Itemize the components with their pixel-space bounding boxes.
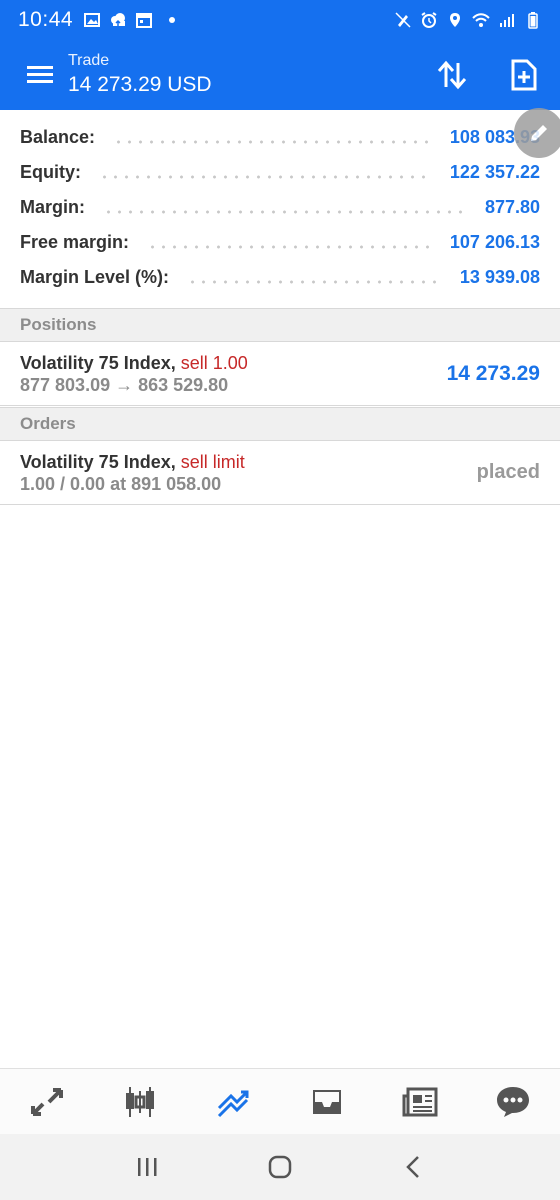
summary-value: 877.80 (484, 197, 540, 217)
position-profit: 14 273.29 (446, 361, 540, 385)
toolbar-balance: 14 273.29 USD (68, 73, 212, 96)
chat-icon[interactable] (485, 1074, 541, 1130)
wifi-icon (472, 13, 490, 27)
order-symbol: Volatility 75 Index, (20, 451, 176, 472)
summary-row-free-margin: Free margin: 107 206.13 (0, 225, 560, 260)
calendar-icon (136, 13, 153, 28)
summary-row-balance: Balance: 108 083.93 (0, 120, 560, 155)
app-header: 10:44 Trade 14 273.29 USD (0, 0, 560, 110)
quotes-arrows-icon[interactable] (19, 1074, 75, 1130)
summary-row-equity: Equity: 122 357.22 (0, 155, 560, 190)
edit-pencil-icon[interactable] (514, 108, 560, 158)
dotted-leader (113, 139, 432, 144)
account-summary: Balance: 108 083.93 Equity: 122 357.22 M… (0, 120, 560, 295)
toolbar-title: Trade 14 273.29 USD (68, 51, 212, 99)
alarm-icon (421, 12, 437, 28)
status-time: 10:44 (18, 8, 74, 31)
position-prices: 877 803.09 → 863 529.80 (20, 374, 229, 395)
summary-row-margin: Margin: 877.80 (0, 190, 560, 225)
no-pen-icon (395, 12, 411, 28)
summary-row-margin-level: Margin Level (%): 13 939.08 (0, 260, 560, 295)
position-symbol: Volatility 75 Index, (20, 352, 176, 373)
history-inbox-icon[interactable] (299, 1074, 355, 1130)
bottom-navigation (0, 1068, 560, 1134)
position-type: sell 1.00 (180, 352, 248, 373)
positions-section-header: Positions (0, 308, 560, 342)
dotted-leader (187, 279, 442, 284)
cloud-upload-icon (111, 13, 126, 26)
dotted-leader (147, 244, 432, 249)
order-row[interactable]: Volatility 75 Index, sell limit 1.00 / 0… (0, 441, 560, 505)
location-icon (450, 13, 460, 27)
position-row[interactable]: Volatility 75 Index, sell 1.00 877 803.0… (0, 342, 560, 406)
summary-value: 107 206.13 (449, 232, 540, 252)
summary-label: Balance: (20, 127, 96, 147)
home-icon[interactable] (255, 1142, 305, 1192)
order-details: 1.00 / 0.00 at 891 058.00 (20, 473, 222, 494)
news-icon[interactable] (392, 1074, 448, 1130)
trade-screen: 10:44 Trade 14 273.29 USD Balance: 108 0… (0, 0, 560, 1200)
toolbar: Trade 14 273.29 USD (0, 40, 560, 110)
summary-label: Free margin: (20, 232, 130, 252)
toolbar-subtitle: Trade (68, 52, 110, 69)
dotted-leader (99, 174, 432, 179)
dotted-leader (103, 209, 467, 214)
battery-icon (528, 12, 538, 29)
notification-dot (169, 17, 176, 23)
system-navigation-bar (0, 1134, 560, 1200)
summary-label: Margin Level (%): (20, 267, 170, 287)
status-bar: 10:44 (0, 0, 560, 40)
order-status: placed (476, 461, 540, 483)
recents-icon[interactable] (122, 1142, 172, 1192)
signal-icon (500, 14, 514, 27)
order-type: sell limit (180, 451, 245, 472)
sort-arrows-icon[interactable] (434, 57, 470, 93)
trade-icon[interactable] (205, 1074, 261, 1130)
back-icon[interactable] (388, 1142, 438, 1192)
summary-label: Equity: (20, 162, 81, 182)
new-document-icon[interactable] (506, 57, 542, 93)
summary-value: 13 939.08 (459, 267, 540, 287)
image-icon (84, 13, 101, 27)
summary-label: Margin: (20, 197, 85, 217)
chart-candles-icon[interactable] (112, 1074, 168, 1130)
summary-value: 122 357.22 (449, 162, 540, 182)
hamburger-menu-icon[interactable] (22, 56, 60, 94)
orders-section-header: Orders (0, 407, 560, 441)
